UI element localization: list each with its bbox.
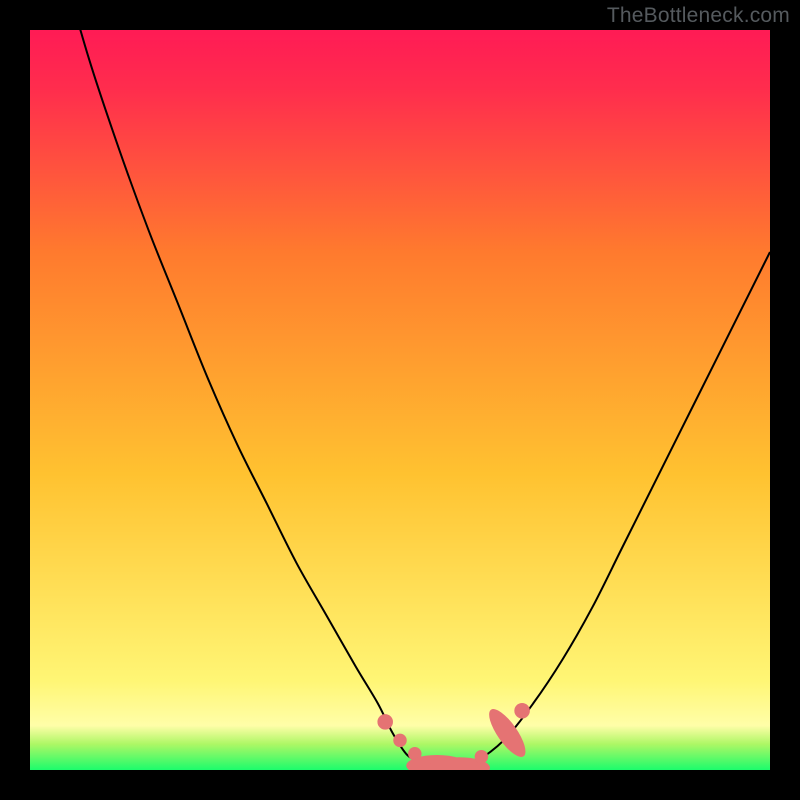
chart-frame: TheBottleneck.com xyxy=(0,0,800,800)
marker-dot xyxy=(475,750,488,763)
gradient-background xyxy=(30,30,770,770)
watermark-label: TheBottleneck.com xyxy=(607,4,790,28)
marker-dot xyxy=(377,714,393,730)
chart-svg xyxy=(0,0,800,800)
marker-dot xyxy=(514,703,530,719)
marker-dot xyxy=(393,734,406,747)
